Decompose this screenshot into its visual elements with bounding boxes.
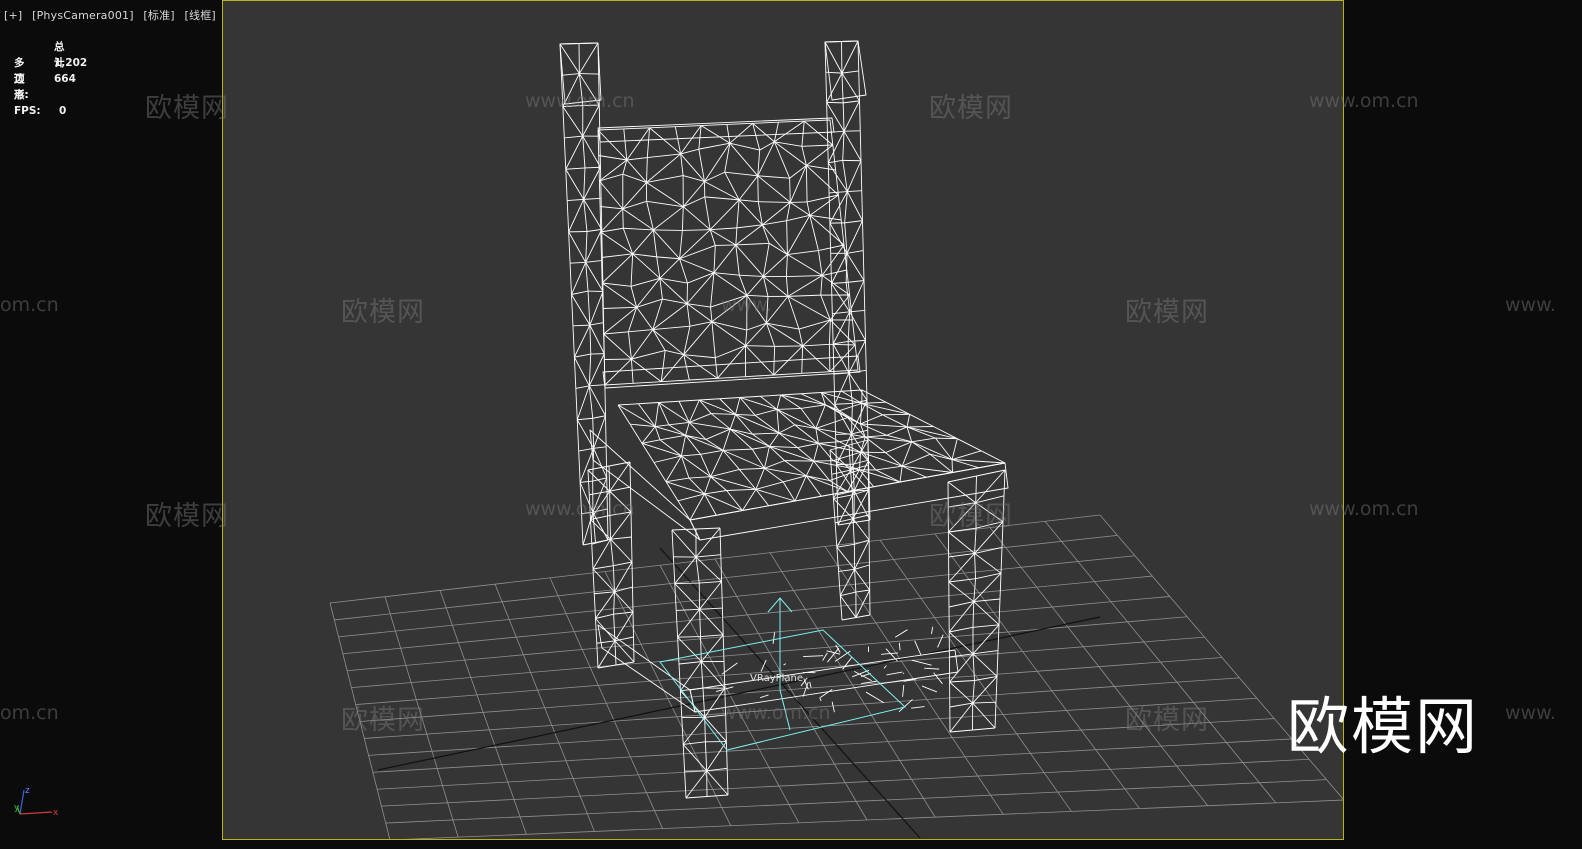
vray-plane-label: VRayPlane: [750, 673, 803, 684]
axis-x-label: x: [53, 808, 59, 818]
watermark-text: 欧模网: [145, 93, 229, 124]
polys-value: 1,202: [54, 57, 88, 69]
watermark-text: 欧模网: [929, 93, 1013, 124]
watermark-text: 欧模网: [1125, 297, 1209, 328]
fps-value: 0: [59, 105, 67, 117]
verts-label: 顶点:: [14, 73, 29, 101]
watermark-url: www.om.cn: [1309, 498, 1419, 520]
watermark-text: 欧模网: [341, 297, 425, 328]
viewport-menu-plus[interactable]: [+]: [4, 9, 22, 22]
watermark-url: www.om.cn: [1309, 90, 1419, 112]
watermark-url: www.om.cn: [721, 702, 831, 724]
axis-z-label: z: [25, 786, 30, 796]
ground-grid: [329, 514, 1343, 839]
viewport-label[interactable]: [+] [PhysCamera001] [标准] [线框]: [4, 7, 222, 23]
watermark-text: 欧模网: [1125, 705, 1209, 736]
viewport-shading-menu[interactable]: [标准]: [143, 9, 174, 22]
watermark-url: www.: [721, 294, 772, 316]
logo-watermark: 欧模网: [1287, 690, 1480, 763]
watermark-text: 欧模网: [341, 705, 425, 736]
viewport-mode-menu[interactable]: [线框]: [185, 9, 216, 22]
watermark-url: om.cn: [0, 702, 59, 724]
watermark-url: www.om.cn: [525, 498, 635, 520]
watermark-url: www.: [1505, 294, 1556, 316]
watermark-text: 欧模网: [145, 501, 229, 532]
watermark-url: om.cn: [0, 294, 59, 316]
watermark-url: www.om.cn: [525, 90, 635, 112]
axis-gizmo-icon: x z y: [14, 786, 59, 818]
fps-label: FPS:: [14, 105, 41, 117]
verts-value: 664: [54, 73, 76, 85]
axis-y-label: y: [14, 803, 20, 813]
watermark-text: 欧模网: [929, 501, 1013, 532]
viewport-camera-menu[interactable]: [PhysCamera001]: [32, 9, 134, 22]
watermark-url: www.: [1505, 702, 1556, 724]
